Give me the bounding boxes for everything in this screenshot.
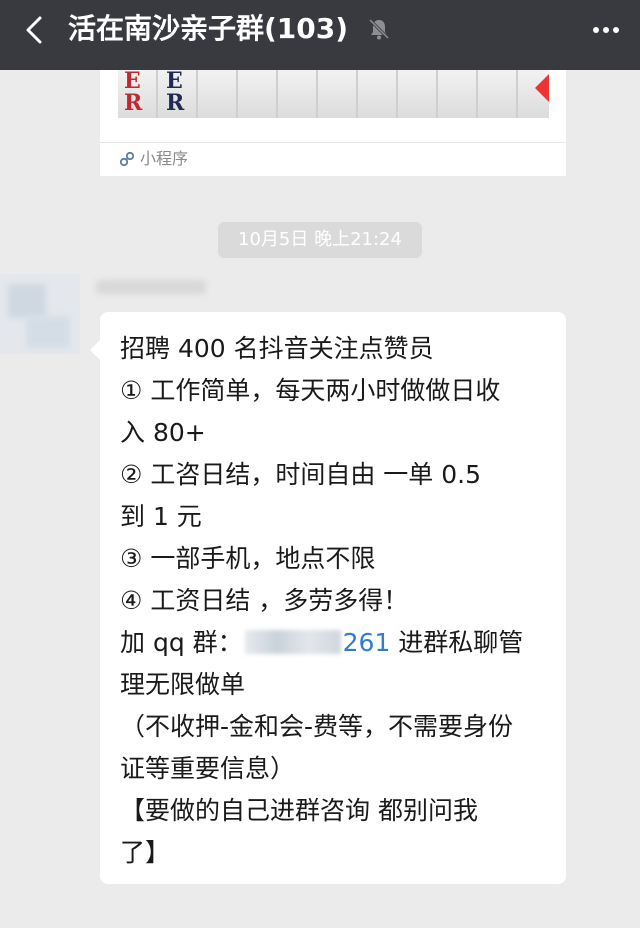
message-line: ② 工咨日结，时间自由 一单 0.5 [120, 460, 482, 489]
mini-program-label: 小程序 [140, 149, 189, 168]
message-line: 入 80+ [120, 418, 206, 447]
mini-program-icon [119, 151, 135, 167]
qq-number-tail[interactable]: 261 [343, 628, 391, 657]
chat-titlebar: 活在南沙亲子群(103) [0, 0, 640, 70]
message-timestamp: 10月5日 晚上21:24 [218, 222, 422, 258]
chat-title: 活在南沙亲子群(103) [68, 12, 349, 45]
back-button[interactable] [16, 10, 56, 50]
message-line: 了】 [120, 838, 171, 867]
message-line: ③ 一部手机，地点不限 [120, 544, 376, 573]
message-line: 【要做的自己进群咨询 都别问我 [120, 796, 478, 825]
sender-name-blurred [96, 280, 206, 294]
message-line: （不收押-金和会-费等，不需要身份 [120, 712, 514, 741]
mini-program-thumbnail: E R E R [118, 70, 549, 118]
thumbnail-letters-navy: E R [166, 70, 185, 116]
message-bubble[interactable]: 招聘 400 名抖音关注点赞员 ① 工作简单，每天两小时做做日收 入 80+ ②… [90, 312, 566, 884]
chevron-left-icon [26, 16, 42, 44]
qq-suffix: 进群私聊管 [390, 628, 524, 657]
more-dots-icon [593, 27, 619, 33]
message-line-qq: 加 qq 群： 261 进群私聊管 [120, 622, 523, 664]
message-line: 证等重要信息） [120, 754, 296, 783]
thumbnail-letters-red: E R [124, 70, 143, 116]
qq-prefix: 加 qq 群： [120, 628, 243, 657]
more-options-button[interactable] [584, 10, 628, 50]
avatar[interactable] [0, 274, 80, 354]
bubble-tail [90, 340, 100, 360]
message-line: 到 1 元 [120, 502, 202, 531]
message-line: 理无限做单 [120, 670, 246, 699]
message-line: ① 工作简单，每天两小时做做日收 [120, 376, 501, 405]
qq-number-blurred [244, 630, 341, 654]
message-line: ④ 工资日结 ，多劳多得！ [120, 586, 409, 615]
card-divider [100, 142, 566, 143]
thumbnail-red-tab [535, 74, 549, 102]
bell-off-icon [368, 18, 390, 40]
mini-program-card[interactable]: E R E R 小程序 [100, 70, 566, 176]
message-line: 招聘 400 名抖音关注点赞员 [120, 334, 434, 363]
